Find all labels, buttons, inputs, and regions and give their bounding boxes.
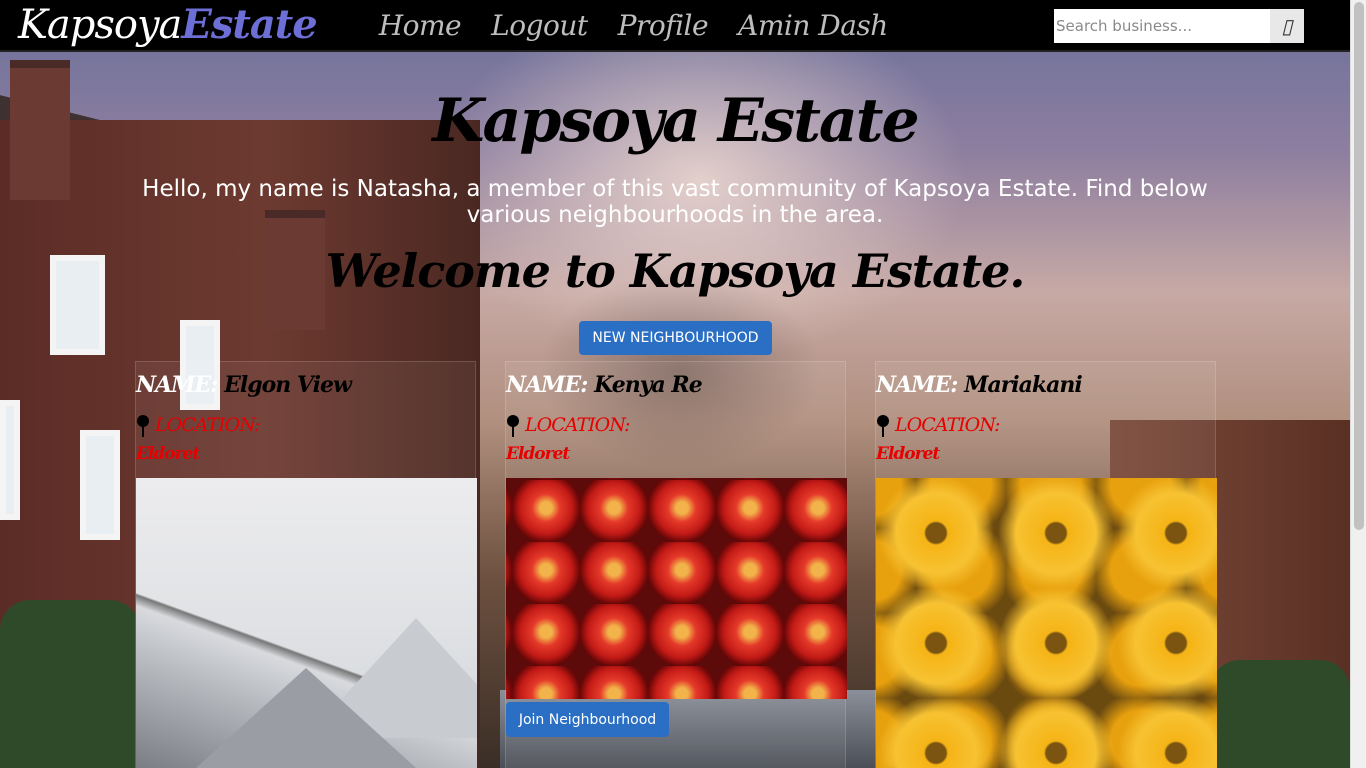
name-value: Mariakani — [964, 372, 1083, 398]
nav-profile[interactable]: Profile — [618, 9, 709, 42]
neighbourhood-card: NAME: Mariakani LOCATION: Eldoret — [875, 361, 1217, 768]
hedge — [0, 600, 140, 768]
map-pin-icon — [877, 415, 889, 437]
house-window — [80, 430, 120, 540]
location-value: Eldoret — [506, 444, 570, 464]
card-location: LOCATION: — [136, 414, 261, 437]
brand-name: Kapsoya — [18, 2, 182, 48]
search-button[interactable]: ▯ — [1270, 9, 1304, 43]
location-label: LOCATION: — [525, 414, 631, 436]
location-label: LOCATION: — [155, 414, 261, 436]
neighbourhood-image — [876, 478, 1217, 768]
name-label: NAME: — [876, 372, 958, 398]
search-input[interactable] — [1054, 9, 1270, 43]
neighbourhood-image — [506, 478, 847, 699]
nav-home[interactable]: Home — [379, 9, 462, 42]
house-window — [0, 400, 20, 520]
brand-logo[interactable]: KapsoyaEstate — [18, 0, 318, 51]
location-value: Eldoret — [876, 444, 940, 464]
nav-admin-dash[interactable]: Amin Dash — [738, 9, 888, 42]
name-value: Elgon View — [224, 372, 352, 398]
scrollbar-thumb[interactable] — [1354, 2, 1364, 530]
nav-links: Home Logout Profile Amin Dash — [379, 9, 889, 42]
location-value: Eldoret — [136, 444, 200, 464]
location-label: LOCATION: — [895, 414, 1001, 436]
page-title: Kapsoya Estate — [432, 86, 919, 156]
hedge — [1210, 660, 1350, 768]
new-neighbourhood-button[interactable]: NEW NEIGHBOURHOOD — [579, 321, 772, 355]
card-name: NAME: Mariakani — [876, 372, 1083, 398]
card-location: LOCATION: — [876, 414, 1001, 437]
name-label: NAME: — [136, 372, 218, 398]
page-scrollbar[interactable] — [1350, 0, 1366, 768]
brand-accent: Estate — [181, 1, 317, 48]
join-neighbourhood-button[interactable]: Join Neighbourhood — [506, 702, 669, 737]
nav-logout[interactable]: Logout — [491, 9, 588, 42]
neighbourhood-card: NAME: Elgon View LOCATION: Eldoret — [135, 361, 477, 768]
neighbourhood-image — [136, 478, 477, 768]
search-form: ▯ — [1054, 9, 1304, 43]
card-name: NAME: Elgon View — [136, 372, 352, 398]
mountain-peak — [196, 668, 416, 768]
navbar: KapsoyaEstate Home Logout Profile Amin D… — [0, 0, 1350, 52]
welcome-heading: Welcome to Kapsoya Estate. — [325, 244, 1026, 298]
name-value: Kenya Re — [594, 372, 703, 398]
card-location: LOCATION: — [506, 414, 631, 437]
intro-text: Hello, my name is Natasha, a member of t… — [142, 176, 1208, 228]
name-label: NAME: — [506, 372, 588, 398]
map-pin-icon — [137, 415, 149, 437]
card-name: NAME: Kenya Re — [506, 372, 703, 398]
map-pin-icon — [507, 415, 519, 437]
neighbourhood-card: NAME: Kenya Re LOCATION: Eldoret Join Ne… — [505, 361, 847, 768]
